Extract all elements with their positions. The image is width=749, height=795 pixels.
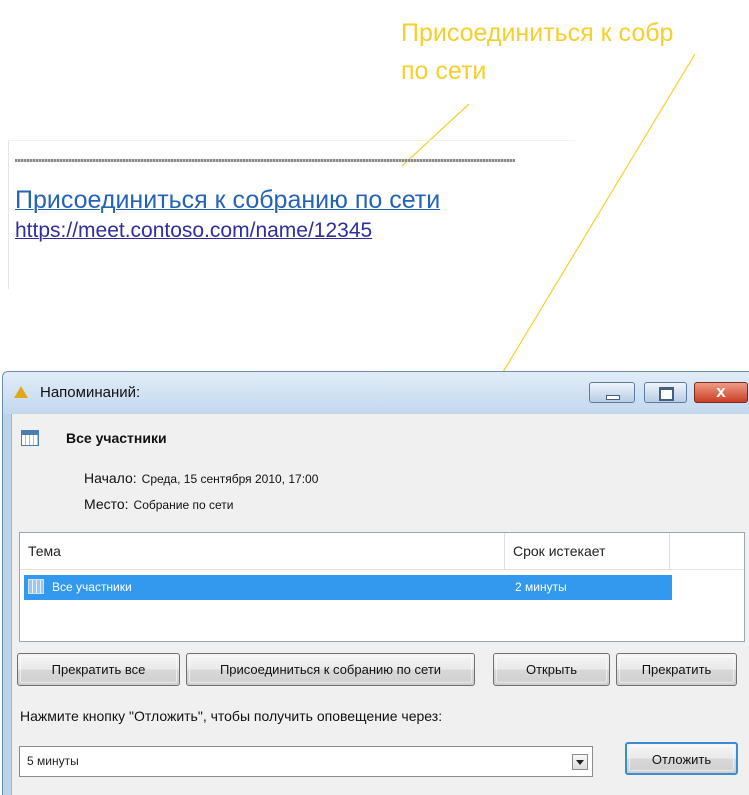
list-item[interactable]: Все участники 2 минуты — [24, 575, 672, 600]
join-online-meeting-button[interactable]: Присоединиться к собранию по сети — [186, 653, 475, 686]
column-divider[interactable] — [669, 533, 670, 569]
location-label: Место: — [84, 496, 129, 512]
location-info: Место: Собрание по сети — [84, 496, 233, 512]
snooze-interval-value: 5 минуты — [27, 754, 79, 768]
dismiss-button[interactable]: Прекратить — [616, 653, 737, 686]
join-online-meeting-label: Присоединиться к собранию по сети — [219, 662, 442, 677]
open-button[interactable]: Открыть — [493, 653, 610, 686]
maximize-button[interactable] — [644, 382, 687, 403]
bell-icon — [14, 386, 28, 398]
title-bar: Напоминаний: x — [3, 372, 749, 414]
reminder-subject: Все участники — [66, 430, 167, 446]
snooze-button[interactable]: Отложить — [625, 742, 738, 775]
dismiss-all-label: Прекратить все — [51, 662, 146, 677]
open-label: Открыть — [525, 662, 578, 677]
calendar-icon — [21, 430, 39, 446]
chevron-down-icon — [576, 760, 584, 765]
reminder-list: Тема Срок истекает Все участники 2 минут… — [19, 532, 745, 642]
column-divider[interactable] — [504, 533, 505, 569]
start-label: Начало: — [84, 470, 137, 486]
snooze-label: Отложить — [651, 752, 712, 767]
snooze-prompt: Нажмите кнопку "Отложить", чтобы получит… — [20, 708, 443, 724]
minimize-button[interactable] — [589, 382, 635, 403]
location-value: Собрание по сети — [133, 498, 234, 512]
close-button[interactable]: x — [694, 382, 748, 403]
reminder-window: Напоминаний: x Все участники Начало: Сред… — [2, 371, 749, 795]
close-icon: x — [716, 382, 726, 401]
dismiss-label: Прекратить — [641, 662, 712, 677]
window-title: Напоминаний: — [40, 384, 141, 401]
meeting-url-link[interactable]: https://meet.contoso.com/name/12345 — [15, 219, 372, 243]
column-header-subject[interactable]: Тема — [28, 543, 61, 559]
list-item-subject: Все участники — [52, 580, 132, 594]
dismiss-all-button[interactable]: Прекратить все — [17, 653, 180, 686]
invite-separator — [15, 159, 515, 162]
calendar-icon — [28, 579, 44, 594]
list-item-due: 2 минуты — [515, 580, 567, 594]
list-header: Тема Срок истекает — [20, 533, 744, 570]
minimize-icon — [606, 395, 620, 400]
join-meeting-link[interactable]: Присоединиться к собранию по сети — [15, 186, 440, 215]
maximize-icon — [659, 387, 674, 401]
start-value: Среда, 15 сентября 2010, 17:00 — [141, 472, 319, 486]
start-info: Начало: Среда, 15 сентября 2010, 17:00 — [84, 470, 318, 486]
reminder-client-area: Все участники Начало: Среда, 15 сентября … — [11, 414, 749, 795]
column-header-due[interactable]: Срок истекает — [513, 543, 606, 559]
dropdown-button[interactable] — [572, 754, 588, 770]
snooze-interval-select[interactable]: 5 минуты — [19, 746, 593, 777]
